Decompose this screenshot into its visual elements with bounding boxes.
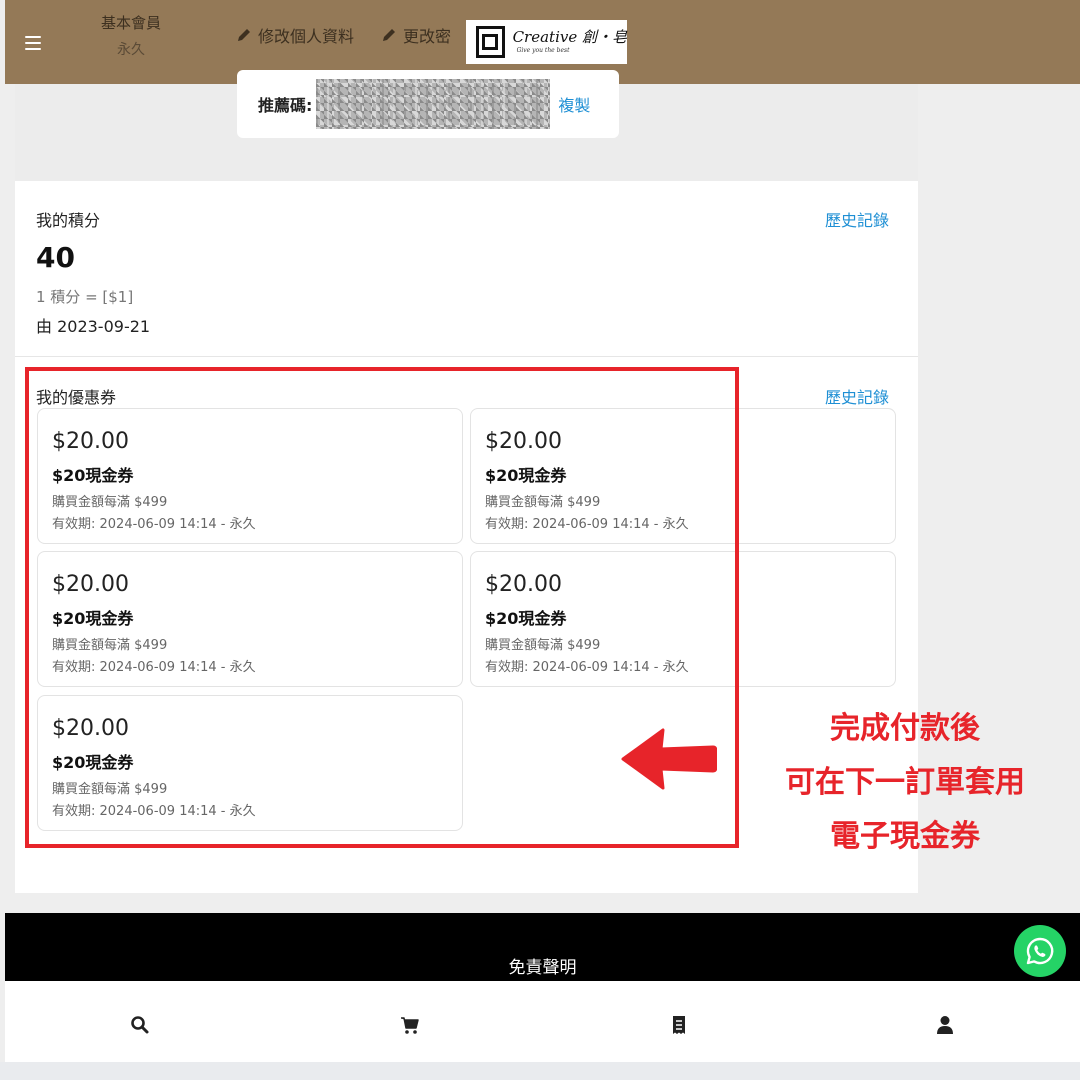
referral-label: 推薦碼:	[258, 96, 313, 115]
section-divider	[15, 356, 918, 357]
coupon-amount: $20.00	[52, 572, 129, 597]
whatsapp-icon	[1026, 937, 1054, 965]
annotation-line-2: 可在下一訂單套用	[785, 765, 1025, 800]
menu-icon[interactable]	[25, 36, 41, 50]
coupon-amount: $20.00	[485, 429, 562, 454]
coupon-validity: 有效期: 2024-06-09 14:14 - 永久	[485, 517, 689, 532]
coupon-min-spend: 購買金額每滿 $499	[485, 638, 601, 653]
points-title: 我的積分	[36, 211, 101, 230]
edit-profile-link[interactable]: 修改個人資料	[236, 23, 354, 47]
coupon-name: $20現金券	[52, 609, 134, 628]
change-password-label: 更改密	[403, 27, 452, 46]
coupon-validity: 有效期: 2024-06-09 14:14 - 永久	[485, 660, 689, 675]
coupon-card[interactable]: $20.00 $20現金券 購買金額每滿 $499 有效期: 2024-06-0…	[37, 551, 463, 687]
coupon-validity: 有效期: 2024-06-09 14:14 - 永久	[52, 660, 256, 675]
coupons-title: 我的優惠券	[36, 388, 117, 407]
member-level: 基本會員	[100, 14, 161, 32]
member-term: 永久	[117, 42, 145, 58]
coupon-name: $20現金券	[52, 753, 134, 772]
coupon-min-spend: 購買金額每滿 $499	[52, 638, 168, 653]
points-value: 40	[36, 241, 75, 274]
coupons-history-link[interactable]: 歷史記錄	[825, 384, 889, 408]
referral-card: 推薦碼: 複製	[237, 70, 619, 138]
coupon-amount: $20.00	[52, 429, 129, 454]
user-icon[interactable]	[935, 1015, 955, 1035]
arrow-left-icon	[621, 728, 717, 790]
points-rate: 1 積分 = [$1]	[36, 288, 134, 306]
pencil-icon	[383, 29, 395, 41]
coupon-validity: 有效期: 2024-06-09 14:14 - 永久	[52, 517, 256, 532]
annotation-text: 完成付款後 可在下一訂單套用 電子現金券	[745, 702, 1065, 864]
brand-logo[interactable]: Creative 創・皂 Give you the best	[466, 20, 627, 64]
coupon-card[interactable]: $20.00 $20現金券 購買金額每滿 $499 有效期: 2024-06-0…	[470, 551, 896, 687]
coupon-amount: $20.00	[52, 716, 129, 741]
disclaimer-link[interactable]: 免責聲明	[5, 953, 1080, 978]
annotation-line-1: 完成付款後	[830, 711, 980, 746]
coupon-name: $20現金券	[52, 466, 134, 485]
bottom-strip	[0, 1062, 1080, 1080]
logo-mark-icon	[476, 26, 505, 58]
coupon-name: $20現金券	[485, 466, 567, 485]
pencil-icon	[238, 29, 250, 41]
coupon-validity: 有效期: 2024-06-09 14:14 - 永久	[52, 804, 256, 819]
coupon-min-spend: 購買金額每滿 $499	[52, 495, 168, 510]
whatsapp-button[interactable]	[1014, 925, 1066, 977]
member-info: 基本會員 永久	[91, 12, 171, 59]
logo-text: Creative 創・皂	[512, 28, 627, 46]
points-since: 由 2023-09-21	[36, 317, 151, 336]
coupon-card[interactable]: $20.00 $20現金券 購買金額每滿 $499 有效期: 2024-06-0…	[37, 695, 463, 831]
search-icon[interactable]	[130, 1015, 150, 1035]
annotation-line-3: 電子現金券	[830, 819, 980, 854]
copy-referral-button[interactable]: 複製	[558, 92, 590, 116]
receipt-icon[interactable]	[669, 1015, 689, 1035]
coupon-amount: $20.00	[485, 572, 562, 597]
bottom-navigation	[5, 981, 1080, 1062]
coupon-min-spend: 購買金額每滿 $499	[485, 495, 601, 510]
points-history-link[interactable]: 歷史記錄	[825, 207, 889, 231]
coupon-card[interactable]: $20.00 $20現金券 購買金額每滿 $499 有效期: 2024-06-0…	[470, 408, 896, 544]
referral-code-redacted	[316, 79, 551, 129]
coupon-card[interactable]: $20.00 $20現金券 購買金額每滿 $499 有效期: 2024-06-0…	[37, 408, 463, 544]
edit-profile-label: 修改個人資料	[258, 27, 355, 46]
cart-icon[interactable]	[400, 1015, 420, 1035]
change-password-link[interactable]: 更改密	[381, 23, 451, 47]
coupon-name: $20現金券	[485, 609, 567, 628]
logo-tagline: Give you the best	[516, 47, 570, 54]
coupon-min-spend: 購買金額每滿 $499	[52, 782, 168, 797]
footer-bar: 免責聲明	[5, 913, 1080, 981]
